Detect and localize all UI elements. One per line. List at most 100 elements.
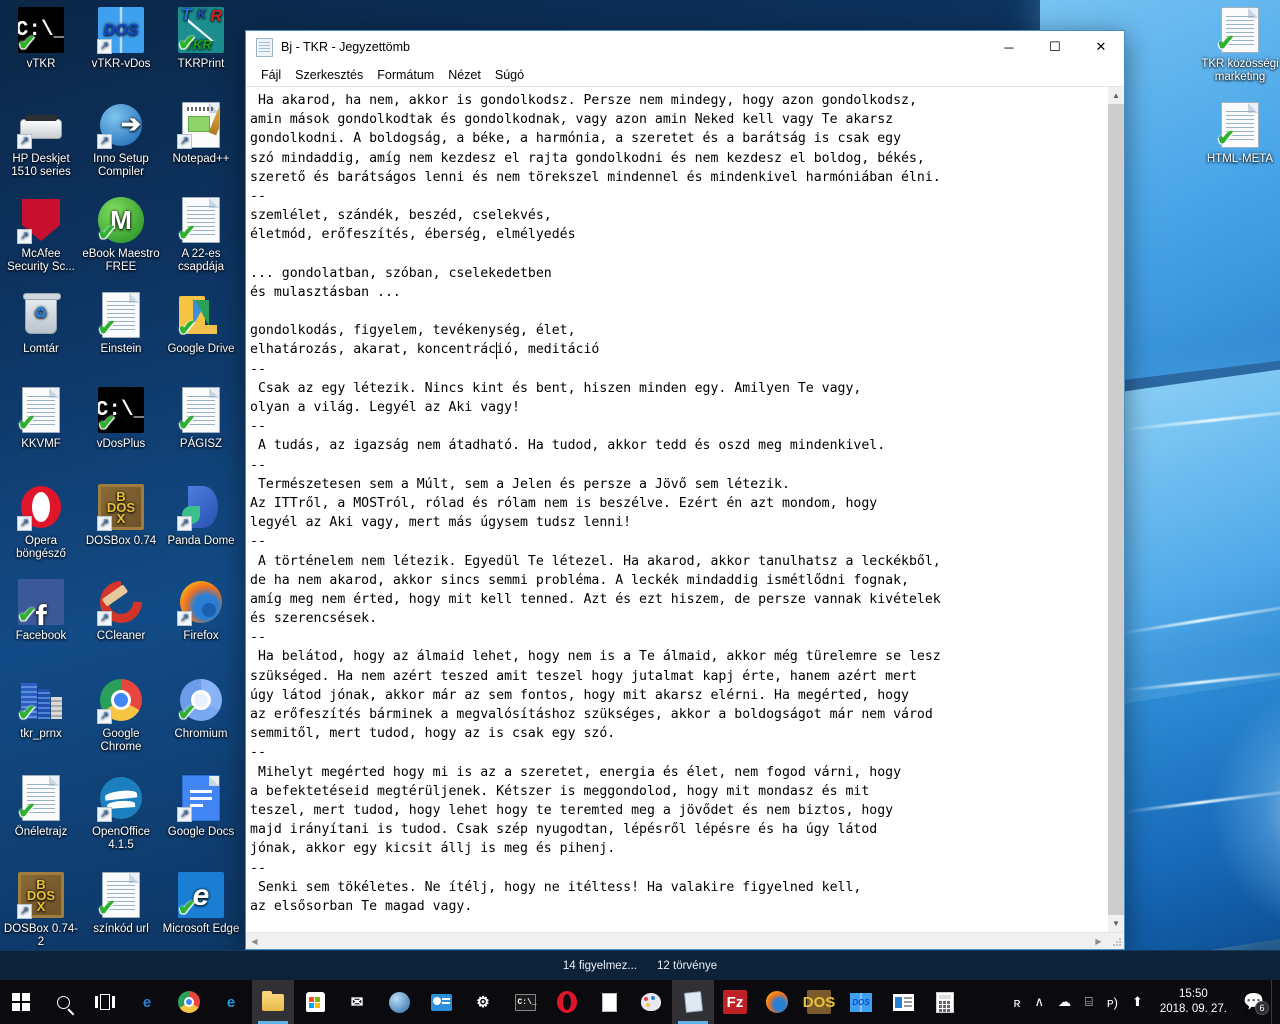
horizontal-scroll-track[interactable] <box>263 933 1090 949</box>
onedrive-cloud-icon[interactable]: ☁ <box>1051 980 1078 1024</box>
desktop-icon-facebook[interactable]: f ✔ Facebook <box>1 578 81 643</box>
taskbar-clock[interactable]: 15:50 2018. 09. 27. <box>1150 980 1237 1024</box>
desktop-icon-chromium[interactable]: ✔ Chromium <box>161 676 241 741</box>
internet-explorer-icon[interactable]: e <box>210 980 252 1024</box>
menu-item-fjl[interactable]: Fájl <box>254 66 288 84</box>
desktop-icon-google-drive[interactable]: ✔ Google Drive <box>161 291 241 356</box>
desktop-icon-vdosplus[interactable]: C:\_ ✔ vDosPlus <box>81 386 161 451</box>
settings-gear-icon[interactable]: ⚙ <box>462 980 504 1024</box>
scroll-down-arrow-icon[interactable]: ▼ <box>1108 915 1124 932</box>
desktop-icon-kkvmf[interactable]: ✔ KKVMF <box>1 386 81 451</box>
taskbar-window-label[interactable]: 14 figyelmez... <box>553 960 647 972</box>
microsoft-store-icon[interactable] <box>294 980 336 1024</box>
scroll-up-arrow-icon[interactable]: ▲ <box>1108 87 1124 104</box>
text-area-wrapper[interactable]: Ha akarod, ha nem, akkor is gondolkodsz.… <box>246 87 1107 932</box>
sync-check-overlay-icon: ✔ <box>177 410 197 435</box>
volume-icon[interactable]: ᴘ) <box>1100 980 1125 1024</box>
doc-icon: ✔ <box>1216 101 1264 149</box>
window-resize-grip[interactable] <box>1107 933 1124 949</box>
horizontal-scrollbar[interactable]: ◀ ▶ <box>246 932 1124 949</box>
show-desktop-button[interactable] <box>1271 980 1278 1024</box>
mail-icon[interactable]: ✉ <box>336 980 378 1024</box>
desktop-icon-opera-b-ng-sz[interactable]: ↗ Opera böngésző <box>1 483 81 561</box>
desktop-icon-tkr-prnx[interactable]: ✔ tkr_prnx <box>1 676 81 741</box>
search-icon-glyph <box>51 990 75 1016</box>
desktop-icon-panda-dome[interactable]: ↗ Panda Dome <box>161 483 241 548</box>
desktop-icon-mcafee-security-sc[interactable]: ↗ McAfee Security Sc... <box>1 196 81 274</box>
desktop-icon-vtkr-vdos[interactable]: DOS ↗ vTKR-vDos <box>81 6 161 71</box>
vdos-icon[interactable]: DOS <box>840 980 882 1024</box>
minimize-button[interactable]: ─ <box>986 32 1032 63</box>
maximize-button[interactable]: ☐ <box>1032 32 1078 63</box>
notepad-icon[interactable] <box>672 980 714 1024</box>
desktop-icon-google-docs[interactable]: ↗ Google Docs <box>161 774 241 839</box>
opera-icon[interactable] <box>546 980 588 1024</box>
close-button[interactable]: ✕ <box>1078 32 1124 63</box>
taskbar[interactable]: e e ✉ ⚙ C:\_ Fz DOS DOS ʀ ∧ ☁ ⌸ ᴘ) ⬆ 15:50 2018. 09.… <box>0 980 1280 1024</box>
desktop-icon-tkrprint[interactable]: T K R TKR ✔ TKRPrint <box>161 6 241 71</box>
desktop-icon-a-22-es-csapd-ja[interactable]: ✔ A 22-es csapdája <box>161 196 241 274</box>
calculator-icon[interactable] <box>924 980 966 1024</box>
desktop-icon-einstein[interactable]: ✔ Einstein <box>81 291 161 356</box>
window-titlebar[interactable]: Bj - TKR - Jegyzettömb ─ ☐ ✕ <box>246 31 1124 63</box>
menu-item-formtum[interactable]: Formátum <box>370 66 441 84</box>
desktop-icon-google-chrome[interactable]: ↗ Google Chrome <box>81 676 161 754</box>
desktop-icon-hp-deskjet-1510-series[interactable]: ↗ HP Deskjet 1510 series <box>1 101 81 179</box>
desktop-icon-dosbox-0-74-2[interactable]: B DOS X ↗ DOSBox 0.74-2 <box>1 871 81 949</box>
desktop-icon-n-letrajz[interactable]: ✔ Önéletrajz <box>1 774 81 839</box>
notepad-window[interactable]: Bj - TKR - Jegyzettömb ─ ☐ ✕ Fájl Szerkes… <box>245 30 1125 950</box>
menu-item-sg[interactable]: Súgó <box>488 66 531 84</box>
desktop-icon-lomt-r[interactable]: ♻ Lomtár <box>1 291 81 356</box>
desktop-icon-vtkr[interactable]: C:\_ ✔ vTKR <box>1 6 81 71</box>
scroll-left-arrow-icon[interactable]: ◀ <box>246 933 263 949</box>
taskbar-window-labels[interactable]: 14 figyelmez... 12 törvénye <box>0 950 1280 980</box>
desktop-icon-firefox[interactable]: ↗ Firefox <box>161 578 241 643</box>
desktop-icon-microsoft-edge[interactable]: e ✔ Microsoft Edge <box>161 871 241 936</box>
desktop-icon-label: Microsoft Edge <box>162 923 240 935</box>
contacts-icon[interactable] <box>420 980 462 1024</box>
desktop-icon-ebook-maestro-free[interactable]: M ✔ eBook Maestro FREE <box>81 196 161 274</box>
show-hidden-icons-chevron[interactable]: ∧ <box>1028 980 1052 1024</box>
notepad-text[interactable]: Ha akarod, ha nem, akkor is gondolkodsz.… <box>250 91 1105 916</box>
menu-item-szerkeszts[interactable]: Szerkesztés <box>288 66 370 84</box>
vertical-scroll-track[interactable] <box>1108 104 1124 915</box>
search-icon[interactable] <box>42 980 84 1024</box>
network-icon[interactable]: ⌸ <box>1078 980 1100 1024</box>
edge-icon[interactable]: e <box>126 980 168 1024</box>
desktop-icon-label: HTML-META <box>1206 153 1274 165</box>
document-icon[interactable] <box>588 980 630 1024</box>
desktop-icon-p-gisz[interactable]: ✔ PÁGISZ <box>161 386 241 451</box>
system-tray[interactable]: ʀ ∧ ☁ ⌸ ᴘ) ⬆ 15:50 2018. 09. 27. 💬 6 <box>1006 980 1280 1024</box>
chrome-icon[interactable] <box>168 980 210 1024</box>
firefox-icon[interactable] <box>756 980 798 1024</box>
desktop-icon-notepad[interactable]: ↗ Notepad++ <box>161 101 241 166</box>
desktop[interactable]: C:\_ ✔ vTKR DOS ↗ vTKR-vDos T K R TKR ✔ TKRPrint ↗ HP… <box>0 0 1280 1024</box>
desktop-icon-dosbox-0-74[interactable]: B DOS X ↗ DOSBox 0.74 <box>81 483 161 548</box>
notification-center-button[interactable]: 💬 6 <box>1237 980 1271 1024</box>
start-button[interactable] <box>0 980 42 1024</box>
people-icon[interactable]: ʀ <box>1006 980 1027 1024</box>
task-view-icon[interactable] <box>84 980 126 1024</box>
desktop-icon-openoffice-4-1-5[interactable]: ↗ OpenOffice 4.1.5 <box>81 774 161 852</box>
dosbox-icon[interactable]: DOS <box>798 980 840 1024</box>
file-explorer-icon[interactable] <box>252 980 294 1024</box>
sync-check-overlay-icon: ✔ <box>17 798 37 823</box>
tray-icons: ʀ ∧ ☁ ⌸ ᴘ) ⬆ <box>1006 980 1149 1024</box>
scroll-right-arrow-icon[interactable]: ▶ <box>1090 933 1107 949</box>
desktop-icon-inno-setup-compiler[interactable]: ➔ ↗ Inno Setup Compiler <box>81 101 161 179</box>
desktop-icon-tkr-k-z-ss-gi-marketing[interactable]: ✔ TKR közösségi marketing <box>1200 6 1280 84</box>
browser-globe-icon[interactable] <box>378 980 420 1024</box>
paint-icon[interactable] <box>630 980 672 1024</box>
command-prompt-icon[interactable]: C:\_ <box>504 980 546 1024</box>
desktop-icon-html-meta[interactable]: ✔ HTML-META <box>1200 101 1280 166</box>
update-icon[interactable]: ⬆ <box>1125 980 1150 1024</box>
filezilla-icon[interactable]: Fz <box>714 980 756 1024</box>
vertical-scrollbar[interactable]: ▲ ▼ <box>1107 87 1124 932</box>
menu-item-nzet[interactable]: Nézet <box>441 66 488 84</box>
taskbar-window-label[interactable]: 12 törvénye <box>647 960 727 972</box>
desktop-icon-sz-nk-d-url[interactable]: ✔ színkód url <box>81 871 161 936</box>
window-menubar[interactable]: Fájl Szerkesztés Formátum Nézet Súgó <box>246 63 1124 86</box>
sync-check-overlay-icon: ✔ <box>17 30 37 55</box>
desktop-icon-ccleaner[interactable]: ↗ CCleaner <box>81 578 161 643</box>
news-icon[interactable] <box>882 980 924 1024</box>
